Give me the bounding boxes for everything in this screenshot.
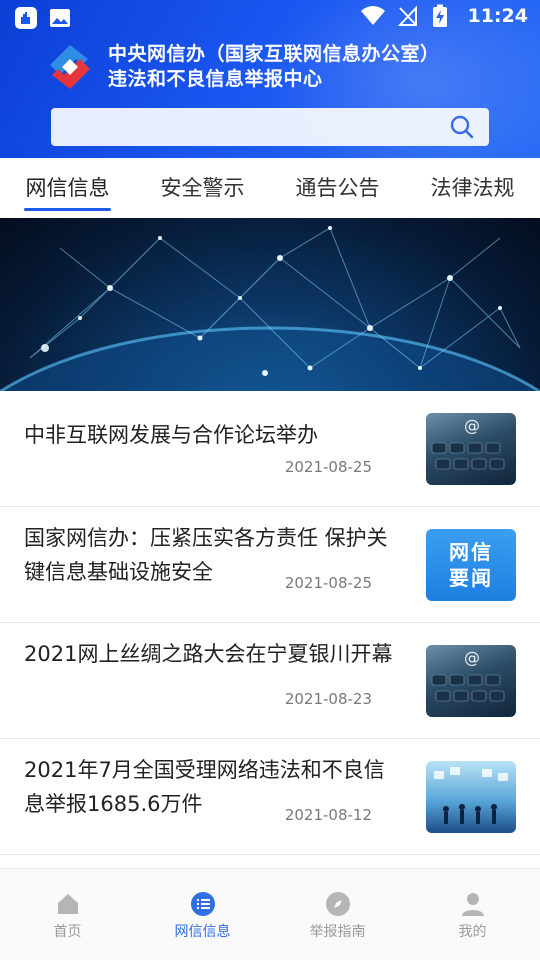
news-thumbnail <box>426 761 516 833</box>
news-title: 中非互联网发展与合作论坛举办 <box>24 423 318 447</box>
nav-mine[interactable]: 我的 <box>405 869 540 960</box>
tab-laws[interactable]: 法律法规 <box>405 158 540 218</box>
nav-home[interactable]: 首页 <box>0 869 135 960</box>
nav-label: 网信信息 <box>174 924 231 940</box>
home-icon <box>57 894 78 914</box>
image-notification-icon <box>48 6 72 30</box>
battery-charging-icon <box>432 4 456 28</box>
category-tabs: 网信信息 安全警示 通告公告 法律法规 <box>0 158 540 218</box>
app-notification-icon <box>14 6 38 30</box>
wifi-icon <box>360 4 385 28</box>
news-thumbnail: @ <box>426 645 516 717</box>
svg-text:@: @ <box>464 416 480 435</box>
tab-notices[interactable]: 通告公告 <box>270 158 405 218</box>
status-time: 11:24 <box>467 5 528 27</box>
news-date: 2021-08-12 <box>284 806 372 824</box>
news-item[interactable]: 国家网信办：压紧压实各方责任 保护关键信息基础设施安全 2021-08-25 网… <box>0 507 540 623</box>
app-header: 11:24 中央网信办（国家互联网信息办公室） 违法和不良信息举报中心 <box>0 0 540 158</box>
nav-label: 首页 <box>53 924 82 940</box>
logo-icon <box>50 45 90 89</box>
news-thumbnail: @ <box>426 413 516 485</box>
svg-text:@: @ <box>464 648 480 667</box>
header-title-line2: 违法和不良信息举报中心 <box>108 68 323 90</box>
nav-report-guide[interactable]: 举报指南 <box>270 869 405 960</box>
no-signal-icon <box>396 4 420 28</box>
thumb-text-line1: 网信 <box>449 540 493 564</box>
person-icon <box>461 893 484 916</box>
news-item[interactable]: 2021年7月全国受理网络违法和不良信息举报1685.6万件 2021-08-1… <box>0 739 540 855</box>
list-icon <box>190 892 215 916</box>
header-title-line1: 中央网信办（国家互联网信息办公室） <box>108 43 440 65</box>
nav-label: 举报指南 <box>309 924 366 940</box>
nav-wangxin-info[interactable]: 网信信息 <box>135 869 270 960</box>
compass-icon <box>325 892 350 916</box>
tab-wangxin-info[interactable]: 网信信息 <box>0 158 135 218</box>
news-date: 2021-08-23 <box>284 690 372 708</box>
search-input[interactable] <box>51 108 489 146</box>
banner-image[interactable] <box>0 218 540 391</box>
news-title: 2021网上丝绸之路大会在宁夏银川开幕 <box>24 642 393 666</box>
news-date: 2021-08-25 <box>284 574 372 592</box>
news-item[interactable]: 中非互联网发展与合作论坛举办 2021-08-25 @ <box>0 391 540 507</box>
brand: 中央网信办（国家互联网信息办公室） 违法和不良信息举报中心 <box>42 42 440 92</box>
news-thumbnail: 网信 要闻 <box>426 529 516 601</box>
news-list: 中非互联网发展与合作论坛举办 2021-08-25 @ 国家网信办：压紧压实各方… <box>0 391 540 855</box>
tab-security-alerts[interactable]: 安全警示 <box>135 158 270 218</box>
news-item[interactable]: 2021网上丝绸之路大会在宁夏银川开幕 2021-08-23 @ <box>0 623 540 739</box>
news-date: 2021-08-25 <box>284 458 372 476</box>
bottom-nav: 首页 网信信息 举报指南 我的 <box>0 868 540 960</box>
search-icon[interactable] <box>449 114 475 140</box>
thumb-text-line2: 要闻 <box>449 566 493 590</box>
status-bar: 11:24 <box>0 0 540 36</box>
nav-label: 我的 <box>458 924 487 940</box>
